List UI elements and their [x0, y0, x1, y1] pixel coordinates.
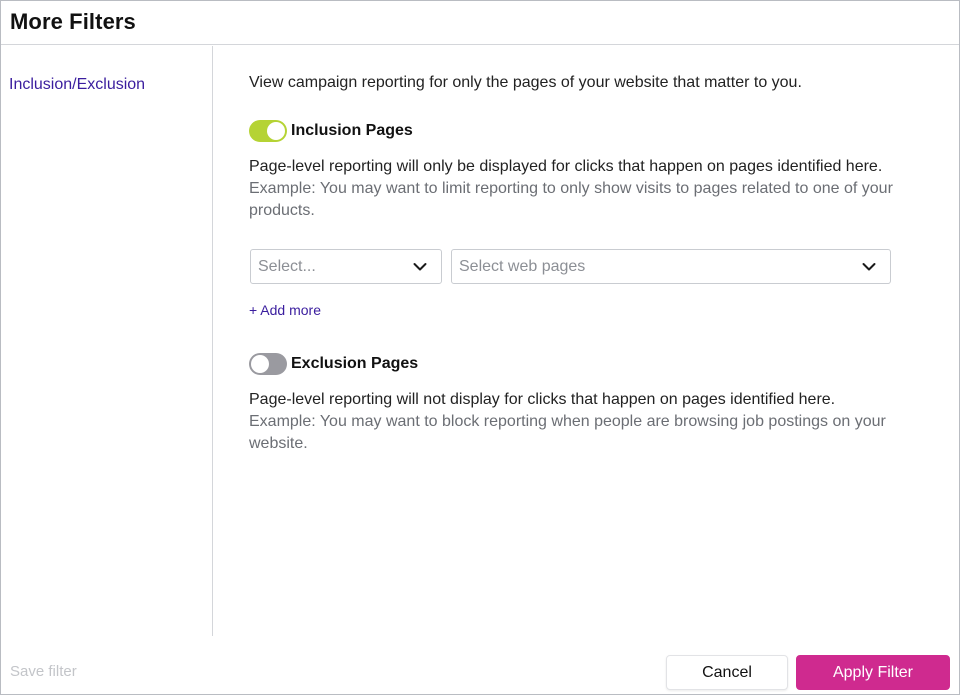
dialog-footer: Save filter Cancel Apply Filter [1, 637, 959, 694]
chevron-down-icon [413, 263, 427, 271]
exclusion-example: Example: You may want to block reporting… [249, 413, 886, 452]
exclusion-description: Page-level reporting will not display fo… [249, 391, 836, 408]
intro-text: View campaign reporting for only the pag… [249, 74, 802, 91]
inclusion-toggle[interactable] [249, 120, 287, 142]
web-pages-placeholder: Select web pages [459, 258, 586, 275]
inclusion-example: Example: You may want to limit reporting… [249, 180, 893, 219]
toggle-knob [267, 122, 285, 140]
inclusion-label: Inclusion Pages [291, 122, 413, 139]
add-more-link[interactable]: + Add more [249, 302, 321, 318]
inclusion-toggle-row: Inclusion Pages [249, 120, 413, 142]
chevron-down-icon [862, 263, 876, 271]
exclusion-toggle[interactable] [249, 353, 287, 375]
save-filter-button[interactable]: Save filter [10, 663, 77, 680]
more-filters-dialog: More Filters Inclusion/Exclusion View ca… [0, 0, 960, 695]
dialog-header: More Filters [1, 1, 959, 45]
page-type-select[interactable]: Select... [250, 249, 442, 284]
sidebar: Inclusion/Exclusion [1, 46, 213, 636]
sidebar-item-inclusion-exclusion[interactable]: Inclusion/Exclusion [9, 76, 145, 94]
inclusion-description: Page-level reporting will only be displa… [249, 158, 883, 175]
exclusion-label: Exclusion Pages [291, 355, 419, 372]
inclusion-description-block: Page-level reporting will only be displa… [249, 156, 929, 222]
exclusion-description-block: Page-level reporting will not display fo… [249, 389, 929, 455]
cancel-button[interactable]: Cancel [666, 655, 788, 690]
apply-filter-button[interactable]: Apply Filter [796, 655, 950, 690]
web-pages-select[interactable]: Select web pages [451, 249, 891, 284]
dialog-title: More Filters [10, 9, 136, 34]
toggle-knob [251, 355, 269, 373]
page-type-placeholder: Select... [258, 258, 316, 275]
main-panel: View campaign reporting for only the pag… [214, 46, 959, 636]
exclusion-toggle-row: Exclusion Pages [249, 353, 418, 375]
